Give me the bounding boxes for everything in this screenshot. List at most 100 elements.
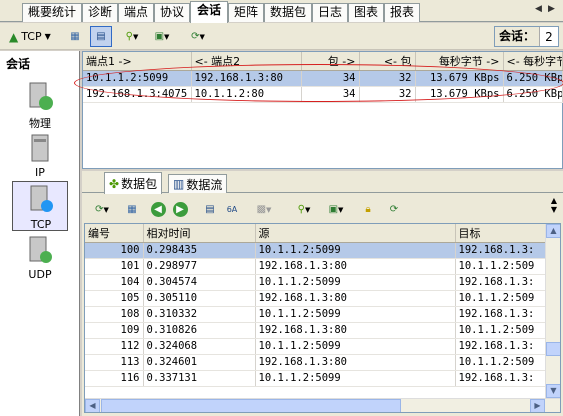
packet-row[interactable]: 105 0.305110 192.168.1.3:80 10.1.1.2:509 [85,290,547,307]
tab-sessions[interactable]: 会话 [190,1,228,23]
packet-row[interactable]: 113 0.324601 192.168.1.3:80 10.1.1.2:509 [85,354,547,371]
session-type-tcp[interactable]: TCP [12,181,68,231]
tab-diagnosis[interactable]: 诊断 [82,3,118,22]
cell-time: 0.304574 [143,274,256,291]
conversation-row[interactable]: 192.168.1.3:4075 10.1.1.2:80 34 32 13.67… [83,86,563,103]
column-endpoint1[interactable]: 端点1 -> [83,52,192,71]
tab-packets[interactable]: 数据包 [264,3,312,22]
packet-list: 编号 相对时间 源 目标 100 0.298435 10.1.1.2:5099 192… [84,223,561,413]
scroll-thumb[interactable] [546,342,560,356]
packet-row[interactable]: 108 0.310332 10.1.1.2:5099 192.168.1.3: [85,306,547,323]
hierarchy-button[interactable]: ▦ [122,199,142,220]
packet-row[interactable]: 101 0.298977 192.168.1.3:80 10.1.1.2:509 [85,258,547,275]
columns-button[interactable]: ▣ ▼ [322,199,350,220]
up-arrow-icon: ▲ [9,29,19,44]
horizontal-scroll-thumb[interactable] [101,399,401,412]
tab-overview[interactable]: 概要统计 [22,3,82,22]
cell-number: 105 [85,290,144,307]
scroll-up-icon[interactable]: ▲ [546,224,560,238]
hierarchy-button[interactable]: ▦ [64,26,86,47]
lock-button[interactable]: 🔒︎ [358,199,378,220]
hex-icon: 6A [226,205,238,214]
column-packets-out[interactable]: 包 -> [301,52,360,71]
cell-source: 10.1.1.2:5099 [255,370,456,387]
tool-icon: ▩ [256,204,267,215]
refresh-button[interactable]: ⟳ ▼ [184,26,212,47]
cell-time: 0.310332 [143,306,256,323]
cell-time: 0.310826 [143,322,256,339]
cell-packets-in: 32 [359,86,416,103]
cell-time: 0.298977 [143,258,256,275]
decode-icon: ▤ [205,204,215,215]
column-bps-in[interactable]: <- 每秒字节 [503,52,563,71]
session-panel-title: 会话 [6,57,31,71]
vertical-scrollbar[interactable]: ▲ ▼ [545,224,560,412]
cell-destination: 192.168.1.3: [455,306,547,323]
tab-label: 数据包 [121,177,158,191]
detail-toolbar: ⟳ ▼ ▦ ◀ ▶ ▤ 6A ▩ ▼ ⚲ ▼ ▣ ▼ 🔒︎ ⟳ ▲ ▼ [82,196,563,221]
scroll-left-icon[interactable]: ◀ [85,399,100,412]
column-source[interactable]: 源 [255,224,456,243]
cell-time: 0.324068 [143,338,256,355]
tool-dropdown-button[interactable]: ▩ ▼ [250,199,278,220]
tab-detail-packets[interactable]: ✤ 数据包 [104,172,163,194]
session-type-label: TCP [30,218,52,231]
toolbar-overflow-icon[interactable]: ▲ ▼ [551,196,557,214]
main-tab-bar: 概要统计 诊断 端点 协议 会话 矩阵 数据包 日志 图表 报表 ◀ ▶ [0,0,563,23]
reload-button[interactable]: ⟳ [384,199,404,220]
columns-button[interactable]: ▣ ▼ [148,26,176,47]
tab-protocols[interactable]: 协议 [154,3,190,22]
session-type-ip[interactable]: IP [12,133,68,179]
hierarchy-icon: ▦ [127,204,137,215]
tab-scroll-left-icon[interactable]: ◀ [535,4,542,14]
scroll-down-icon[interactable]: ▼ [546,384,560,398]
decode-button[interactable]: ▤ [200,199,220,220]
column-number[interactable]: 编号 [85,224,144,243]
conversation-row[interactable]: 10.1.1.2:5099 192.168.1.3:80 34 32 13.67… [83,70,563,87]
detail-tab-bar: ✤ 数据包 ▥ 数据流 [82,171,563,194]
tab-detail-flows[interactable]: ▥ 数据流 [168,174,228,193]
back-button[interactable]: ◀ [148,199,168,220]
cell-source: 10.1.1.2:5099 [255,242,456,259]
packet-refresh-button[interactable]: ⟳ ▼ [88,199,116,220]
filter-button[interactable]: ⚲ ▼ [290,199,318,220]
tab-scroll-right-icon[interactable]: ▶ [548,4,555,14]
columns-icon: ▣ [328,204,339,215]
session-type-physical[interactable]: 物理 [12,81,68,130]
filter-button[interactable]: ⚲ ▼ [118,26,146,47]
tab-log[interactable]: 日志 [312,3,348,22]
cell-destination: 10.1.1.2:509 [455,322,547,339]
column-bps-out[interactable]: 每秒字节 -> [415,52,504,71]
horizontal-scrollbar[interactable]: ◀ ▶ [85,398,560,412]
chevron-down-icon: ▼ [132,32,139,41]
packets-icon: ✤ [109,176,120,191]
tab-charts[interactable]: 图表 [348,3,384,22]
tab-endpoints[interactable]: 端点 [118,3,154,22]
column-packets-in[interactable]: <- 包 [359,52,416,71]
column-relative-time[interactable]: 相对时间 [143,224,256,243]
cell-bps-in: 6.250 KBps [503,86,563,103]
forward-button[interactable]: ▶ [170,199,190,220]
cell-source: 192.168.1.3:80 [255,354,456,371]
column-destination[interactable]: 目标 [455,224,547,243]
cell-endpoint2: 10.1.1.2:80 [191,86,302,103]
chevron-down-icon: ▼ [338,205,344,214]
tab-matrix[interactable]: 矩阵 [228,3,264,22]
session-type-udp[interactable]: UDP [12,235,68,281]
column-endpoint2[interactable]: <- 端点2 [191,52,302,71]
packet-row[interactable]: 104 0.304574 10.1.1.2:5099 192.168.1.3: [85,274,547,291]
list-view-button[interactable]: ▤ [90,26,112,47]
packet-row[interactable]: 100 0.298435 10.1.1.2:5099 192.168.1.3: [85,242,547,259]
cell-destination: 192.168.1.3: [455,242,547,259]
cell-time: 0.337131 [143,370,256,387]
packet-row[interactable]: 112 0.324068 10.1.1.2:5099 192.168.1.3: [85,338,547,355]
cell-packets-out: 34 [301,70,360,87]
tab-reports[interactable]: 报表 [384,3,420,22]
hex-view-button[interactable]: 6A [222,199,242,220]
protocol-dropdown[interactable]: ▲ TCP ▼ [6,26,58,47]
packet-row[interactable]: 109 0.310826 192.168.1.3:80 10.1.1.2:509 [85,322,547,339]
tcp-server-icon [30,185,53,212]
packet-row[interactable]: 116 0.337131 10.1.1.2:5099 192.168.1.3: [85,370,547,387]
lock-icon: 🔒︎ [365,204,371,215]
scroll-right-icon[interactable]: ▶ [530,399,545,412]
